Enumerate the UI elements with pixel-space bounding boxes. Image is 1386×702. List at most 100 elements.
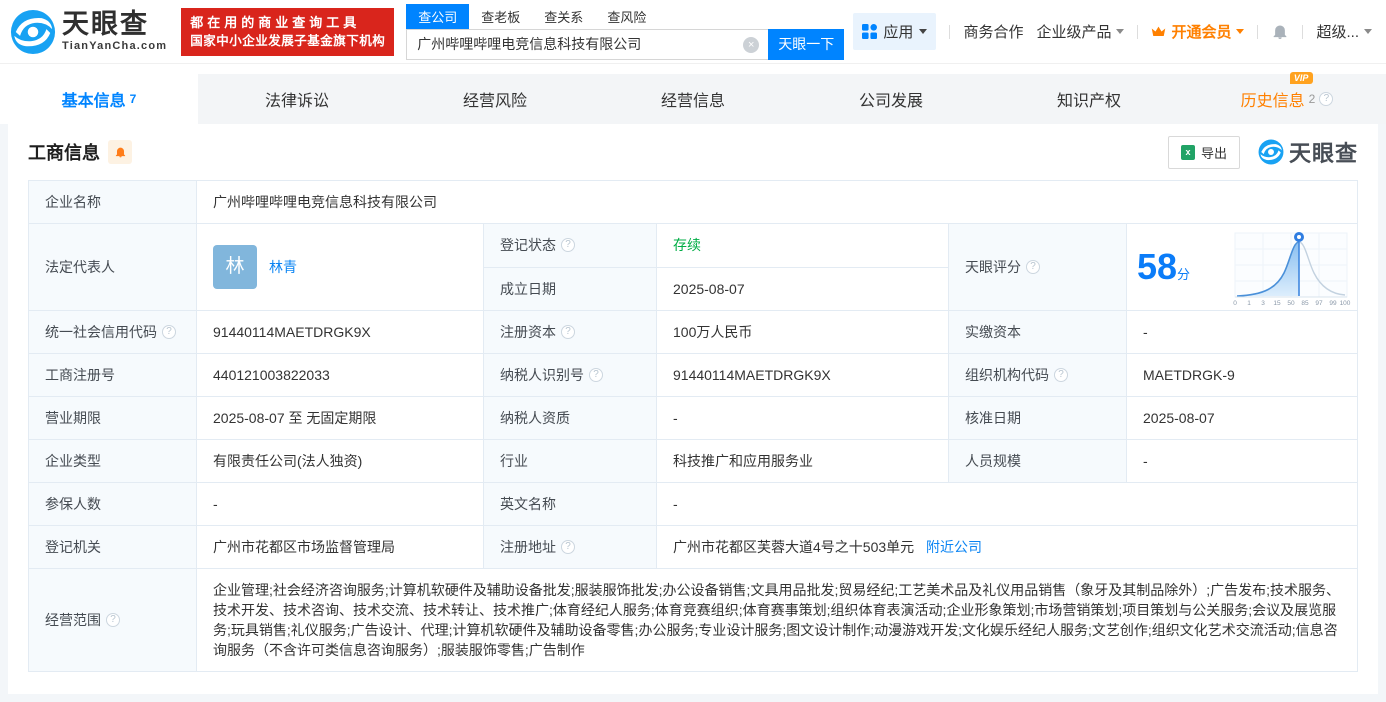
clear-search-icon[interactable]: × [743,36,760,53]
business-scope-value: 企业管理;社会经济咨询服务;计算机软硬件及辅助设备批发;服装服饰批发;办公设备销… [196,568,1358,672]
reg-address-value: 广州市花都区芙蓉大道4号之十503单元 [673,539,915,555]
tab-operation-info[interactable]: 经营信息 [594,74,792,124]
watermark-text: 天眼查 [1288,141,1358,166]
legal-rep-link[interactable]: 林青 [269,257,297,277]
business-info-card: 工商信息 x 导出 天眼查 企业名称 广州哔哩哔哩电竞信息科技有限公司 法定代表… [8,124,1378,694]
monitor-bell-button[interactable] [108,140,132,164]
help-icon[interactable]: ? [561,325,575,339]
paid-capital-label: 实缴资本 [948,310,1127,354]
tab-label: 经营风险 [462,93,527,110]
org-code-label: 组织机构代码? [948,353,1127,397]
uscc-label: 统一社会信用代码? [28,310,197,354]
svg-text:1: 1 [1247,300,1251,307]
search-button[interactable]: 天眼一下 [768,28,845,60]
help-icon[interactable]: ? [106,613,120,627]
enterprise-label: 企业级产品 [1036,24,1112,41]
tianyancha-logo[interactable]: 天眼查 TianYanCha.com [10,9,167,55]
taxpayer-quali-value: - [656,396,949,440]
business-info-table: 企业名称 广州哔哩哔哩电竞信息科技有限公司 法定代表人 林 林青 登记状态 ? … [28,180,1358,672]
logo-title: 天眼查 [62,9,149,39]
nav-enterprise-products[interactable]: 企业级产品 [1036,21,1125,42]
avatar[interactable]: 林 [213,245,257,289]
taxpayer-id-value: 91440114MAETDRGK9X [656,353,949,397]
reg-number-value: 440121003822033 [196,353,484,397]
tab-count: 2 [1308,92,1316,106]
paid-capital-value: - [1126,310,1358,354]
reg-capital-label: 注册资本? [483,310,657,354]
excel-icon: x [1180,144,1195,160]
score-cell: 58分 0 1 3 15 50 85 97 99 100 [1126,223,1358,311]
company-name-label: 企业名称 [28,180,197,224]
tab-label: 公司发展 [858,93,923,110]
search-tabs: 查公司 查老板 查关系 查风险 [406,3,844,29]
reg-authority-label: 登记机关 [28,525,197,569]
industry-label: 行业 [483,439,657,483]
top-header: 天眼查 TianYanCha.com 都在用的商业查询工具 国家中小企业发展子基… [0,0,1386,64]
search-input[interactable] [406,28,769,60]
legal-rep-label: 法定代表人 [28,223,197,311]
table-row: 营业期限 2025-08-07 至 无固定期限 纳税人资质 - 核准日期 202… [28,396,1358,440]
reg-status-label: 登记状态 ? [483,223,657,268]
help-icon[interactable]: ? [1026,260,1040,274]
org-code-value: MAETDRGK-9 [1126,353,1358,397]
vip-badge: VIP [1289,72,1314,84]
company-name-value: 广州哔哩哔哩电竞信息科技有限公司 [196,180,1358,224]
apps-menu[interactable]: 应用 [853,13,937,50]
help-icon[interactable]: ? [561,540,575,554]
nav-account-menu[interactable]: 超级... [1316,21,1372,42]
slogan-line1: 都在用的商业查询工具 [190,14,361,30]
tab-company-development[interactable]: 公司发展 [792,74,990,124]
crown-icon [1152,26,1166,36]
tab-basic-info[interactable]: 基本信息 7 [0,74,198,124]
bell-icon [115,147,125,158]
search-box: × 天眼一下 [406,28,845,60]
chevron-down-icon [1236,29,1245,34]
svg-text:99: 99 [1329,300,1337,307]
tab-intellectual-property[interactable]: 知识产权 [990,74,1188,124]
notification-bell-icon[interactable] [1271,22,1289,41]
nearby-companies-link[interactable]: 附近公司 [926,539,982,555]
account-label: 超级... [1316,24,1359,41]
brand-slogan-badge: 都在用的商业查询工具 国家中小企业发展子基金旗下机构 [181,7,395,56]
search-tab-boss[interactable]: 查老板 [469,4,532,29]
main-content: 工商信息 x 导出 天眼查 企业名称 广州哔哩哔哩电竞信息科技有限公司 法定代表… [0,124,1386,702]
tab-label: 法律诉讼 [264,93,329,110]
business-term-label: 营业期限 [28,396,197,440]
search-tab-company[interactable]: 查公司 [406,3,470,29]
table-row: 工商注册号 440121003822033 纳税人识别号? 91440114MA… [28,353,1358,397]
section-header: 工商信息 x 导出 天眼查 [28,124,1358,180]
taxpayer-quali-label: 纳税人资质 [483,396,657,440]
tab-label: 历史信息 [1240,93,1305,110]
help-icon[interactable]: ? [1319,92,1334,106]
chevron-down-icon [1364,29,1372,34]
reg-capital-value: 100万人民币 [656,310,949,354]
help-icon[interactable]: ? [589,368,603,382]
table-row: 企业名称 广州哔哩哔哩电竞信息科技有限公司 [28,180,1358,224]
header-nav: 应用 商务合作 企业级产品 开通会员 超级... [853,13,1372,50]
score-distribution-chart: 0 1 3 15 50 85 97 99 100 [1233,232,1351,307]
table-row: 参保人数 - 英文名称 - [28,482,1358,526]
vip-label: 开通会员 [1171,24,1232,41]
nav-open-vip[interactable]: 开通会员 [1151,21,1245,42]
search-tab-risk[interactable]: 查风险 [595,4,658,29]
tab-count: 7 [129,92,137,106]
tab-legal-litigation[interactable]: 法律诉讼 [198,74,396,124]
help-icon[interactable]: ? [561,238,575,253]
logo-text: 天眼查 TianYanCha.com [62,9,168,53]
divider [1302,24,1304,39]
tab-history-info[interactable]: 历史信息 2 ? VIP [1188,72,1386,124]
svg-text:3: 3 [1261,300,1265,307]
search-tab-relation[interactable]: 查关系 [532,4,595,29]
nav-business-cooperation[interactable]: 商务合作 [963,21,1023,42]
logo-domain: TianYanCha.com [62,40,168,52]
divider [1137,24,1139,39]
export-button[interactable]: x 导出 [1167,135,1240,169]
help-icon[interactable]: ? [1054,368,1068,382]
tab-operation-risk[interactable]: 经营风险 [396,74,594,124]
apps-label: 应用 [883,24,914,41]
tab-label: 经营信息 [660,93,725,110]
company-section-tabs: 基本信息 7 法律诉讼 经营风险 经营信息 公司发展 知识产权 历史信息 2 ?… [0,72,1386,124]
help-icon[interactable]: ? [162,325,176,339]
uscc-value: 91440114MAETDRGK9X [196,310,484,354]
svg-text:100: 100 [1340,300,1351,307]
